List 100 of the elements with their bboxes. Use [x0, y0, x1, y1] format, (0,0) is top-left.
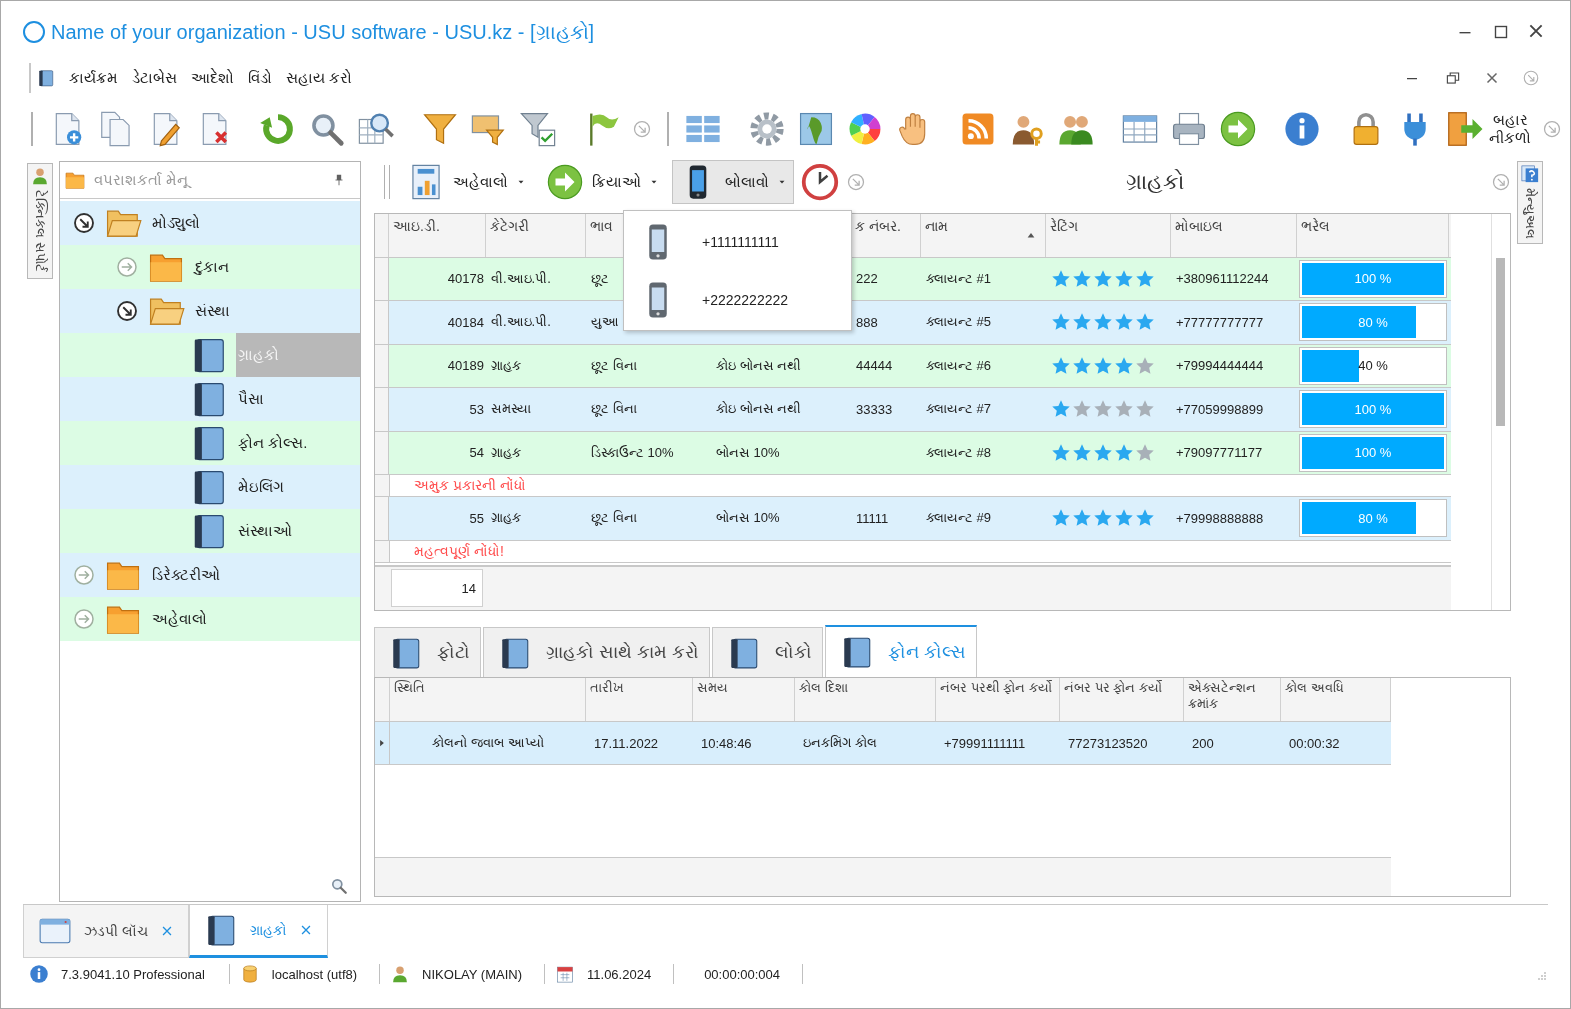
folder-icon: [64, 169, 86, 191]
column-header[interactable]: આઇ.ડી.: [393, 218, 440, 234]
clock-icon[interactable]: [800, 162, 840, 202]
menu-item[interactable]: વિંડો: [248, 69, 272, 87]
column-header[interactable]: નામ: [925, 218, 948, 234]
close-icon[interactable]: [1484, 70, 1500, 86]
column-header[interactable]: સમય: [697, 680, 790, 696]
table-cell-text: 40189: [446, 357, 485, 376]
exit-button[interactable]: બહાર નીકળો: [1445, 109, 1531, 149]
table-cell-text: ક્લાયન્ટ #9: [925, 509, 993, 528]
menu-item[interactable]: સહાય કરો: [286, 69, 353, 87]
table-cell: +79991111111: [936, 722, 1060, 764]
table-cell-text: +79998888888: [1175, 509, 1265, 528]
star-icon: [1072, 355, 1092, 376]
collapse-icon[interactable]: [72, 211, 96, 235]
logo-icon: [23, 21, 45, 43]
column-header[interactable]: કેટેગરી: [490, 218, 529, 234]
table-cell-text: 888: [855, 313, 879, 332]
column-header[interactable]: રેટિંગ: [1050, 218, 1078, 234]
side-tab[interactable]: મેન્યુઅલ: [1517, 161, 1543, 244]
table-cell-text: ક્લાયન્ટ #6: [925, 356, 993, 375]
table-cell-text: +380961112244: [1175, 270, 1270, 289]
column-header[interactable]: મોબાઇલ: [1175, 218, 1223, 234]
exit-door-icon: [1445, 109, 1485, 149]
table-cell-text: ક્લાયન્ટ #1: [925, 269, 993, 288]
table-cell-text: બોનસ 10%: [715, 443, 781, 462]
document-tab[interactable]: ગ્રાહકો: [188, 905, 328, 958]
column-header[interactable]: ભાવ: [590, 218, 613, 234]
document-tab[interactable]: ઝડપી લૉંચ: [23, 905, 189, 958]
table-cell-text: ડિસ્કાઉન્ટ 10%: [590, 443, 675, 462]
table-cell-text: 40178: [446, 270, 485, 289]
progress-label: 100 %: [1353, 444, 1393, 463]
status-text: 7.3.9041.10 Professional: [61, 966, 205, 982]
column-header[interactable]: ભરેલ: [1301, 218, 1330, 234]
column-header[interactable]: નંબર પરથી ફોન કર્યો: [940, 680, 1055, 696]
forward-icon[interactable]: [1219, 110, 1257, 148]
column-header[interactable]: ક નંબર.: [855, 218, 901, 234]
column-header[interactable]: કોલ દિશા: [799, 680, 931, 696]
menu-item[interactable]: +1111111111: [624, 213, 851, 271]
collapse-icon[interactable]: [115, 299, 139, 323]
table-cell-text: 222: [855, 270, 879, 289]
star-icon: [1093, 355, 1113, 376]
table-cell: 17.11.2022: [586, 722, 693, 764]
tab[interactable]: ગ્રાહકો સાથે કામ કરો: [483, 627, 710, 677]
tab[interactable]: ફોન કોલ્સ: [825, 625, 978, 677]
table-cell-text: યુઆ: [590, 313, 620, 332]
table-cell-text: 54: [468, 444, 485, 463]
menu-item[interactable]: ડેટાબેસ: [132, 69, 177, 87]
table-cell-text: ક્લાયન્ટ #5: [925, 313, 993, 332]
star-icon: [1072, 442, 1092, 463]
column-header[interactable]: સ્થિતિ: [394, 680, 581, 696]
star-icon: [1114, 268, 1134, 289]
table-cell-text: ગ્રાહક: [490, 509, 522, 528]
table-cell-text: છૂટ વિના: [590, 509, 638, 528]
restore-icon[interactable]: [1444, 69, 1462, 87]
table-cell-text: બોનસ 10%: [715, 509, 781, 528]
expand-icon[interactable]: [72, 563, 96, 587]
table-cell: 200: [1184, 722, 1281, 764]
progress-label: 80 %: [1357, 313, 1389, 332]
menu-item[interactable]: કાર્યક્રમ: [69, 69, 118, 87]
column-header[interactable]: કોલ અવધિ: [1285, 680, 1386, 696]
status-text: 11.06.2024: [587, 966, 652, 982]
printer-icon[interactable]: [1170, 110, 1208, 148]
funnel-check-icon[interactable]: [519, 110, 557, 148]
settings-icon[interactable]: [748, 110, 786, 148]
note-text: મહત્વપૂર્ણ નોંધો!: [413, 541, 504, 561]
search-icon[interactable]: [330, 877, 348, 895]
info-icon[interactable]: [1283, 110, 1321, 148]
table-cell: 10:48:46: [693, 722, 795, 764]
progress-label: 80 %: [1357, 509, 1389, 528]
expand-icon[interactable]: [115, 255, 139, 279]
column-header[interactable]: નંબર પર ફોન કર્યો: [1064, 680, 1179, 696]
info-icon: [29, 964, 49, 984]
star-icon: [1114, 355, 1134, 376]
summary-cell: 14: [391, 569, 483, 608]
table-cell-text: ગ્રાહક: [490, 356, 522, 375]
star-icon: [1135, 442, 1155, 463]
table-cell-text: 44444: [855, 357, 894, 376]
expand-icon[interactable]: [72, 607, 96, 631]
call-button[interactable]: બોલાવો: [672, 160, 794, 204]
menu-item[interactable]: આદેશો: [191, 69, 234, 87]
forward-icon: [546, 163, 584, 201]
table-cell-text: ક્લાયન્ટ #8: [925, 443, 993, 462]
table-cell-text: વી.આઇ.પી.: [490, 269, 552, 288]
report-button[interactable]: અહેવાલો: [400, 160, 533, 204]
user-icon: [30, 166, 50, 186]
table-cell-text: 53: [468, 400, 485, 419]
table-cell-text: +79994444444: [1175, 357, 1265, 376]
table-cell-text: ક્લાયન્ટ #7: [925, 400, 993, 419]
tab[interactable]: લોકો: [712, 627, 823, 677]
column-header[interactable]: એક્સટેન્શન ક્રમાંક: [1188, 680, 1276, 712]
actions-button[interactable]: ક્રિયાઓ: [539, 160, 666, 204]
side-tab[interactable]: ટેક્નિકલ સપોર્ટ: [27, 163, 53, 279]
table-cell-text: કોઇ બોનસ નથી: [715, 400, 803, 419]
column-header[interactable]: તારીખ: [590, 680, 688, 696]
map-icon[interactable]: [797, 110, 835, 148]
table-cell: ઇનકમિંગ કોલ: [795, 722, 936, 764]
menu-item[interactable]: +2222222222: [624, 271, 851, 329]
help-book-icon: [1520, 164, 1540, 184]
tab[interactable]: ફોટો: [374, 627, 481, 677]
